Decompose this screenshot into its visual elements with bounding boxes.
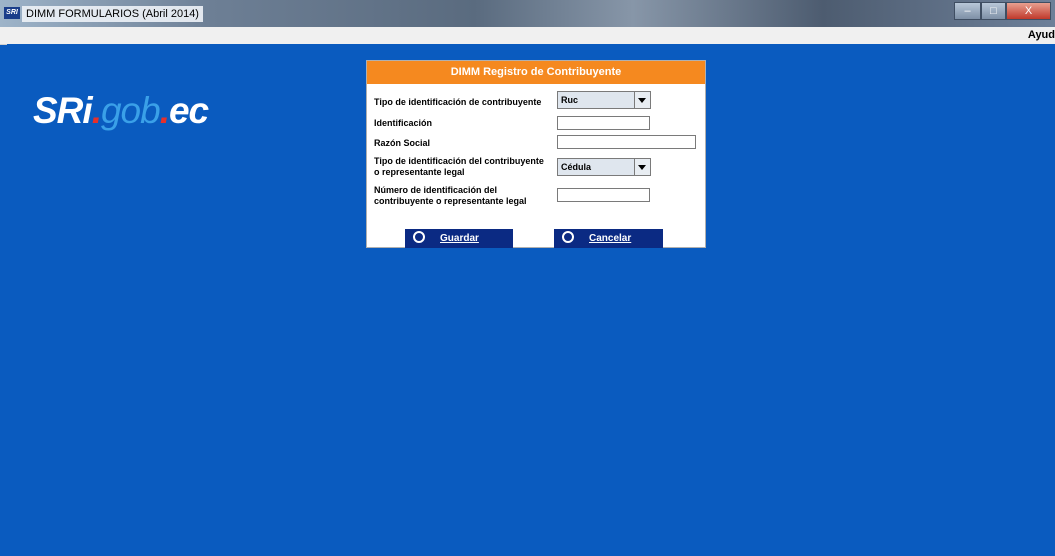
tipo-id-representante-label-line2: o representante legal — [374, 167, 465, 177]
dialog-title: DIMM Registro de Contribuyente — [367, 61, 705, 84]
tipo-id-representante-value: Cédula — [561, 162, 592, 172]
menu-bar: Ayud — [0, 27, 1055, 45]
guardar-label: Guardar — [440, 233, 479, 244]
numero-id-representante-label-line1: Número de identificación del — [374, 185, 498, 195]
tipo-id-contribuyente-label: Tipo de identificación de contribuyente — [374, 97, 542, 107]
tipo-id-representante-select[interactable]: Cédula — [557, 158, 651, 176]
chevron-down-icon[interactable] — [634, 159, 650, 175]
numero-id-representante-label-line2: contribuyente o representante legal — [374, 196, 527, 206]
maximize-button[interactable]: □ — [981, 2, 1006, 20]
sri-logo: SRi.gob.ec — [33, 90, 209, 132]
cancelar-label: Cancelar — [589, 233, 632, 244]
logo-sri: SRi — [33, 90, 93, 131]
identificacion-label: Identificación — [374, 118, 433, 128]
numero-id-representante-input[interactable] — [557, 188, 650, 202]
razon-social-input[interactable] — [557, 135, 696, 149]
registro-contribuyente-dialog: DIMM Registro de Contribuyente Tipo de i… — [366, 60, 706, 248]
cancel-icon — [562, 231, 574, 243]
close-button[interactable]: X — [1006, 2, 1051, 20]
menu-help[interactable]: Ayud — [1028, 29, 1055, 41]
tipo-id-contribuyente-select[interactable]: Ruc — [557, 91, 651, 109]
window-controls: – □ X — [954, 2, 1051, 20]
logo-dot: . — [91, 90, 102, 131]
logo-gob: gob — [100, 90, 161, 131]
cancelar-button[interactable]: Cancelar — [554, 229, 663, 248]
window-title: DIMM FORMULARIOS (Abril 2014) — [22, 6, 203, 22]
app-icon: SRI — [4, 7, 20, 19]
window-titlebar: SRI DIMM FORMULARIOS (Abril 2014) – □ X — [0, 0, 1055, 27]
minimize-button[interactable]: – — [954, 2, 981, 20]
logo-ec: ec — [168, 90, 209, 131]
identificacion-input[interactable] — [557, 116, 650, 130]
chevron-down-icon[interactable] — [634, 92, 650, 108]
save-icon — [413, 231, 425, 243]
razon-social-label: Razón Social — [374, 138, 431, 148]
numero-id-representante-label: Número de identificación del contribuyen… — [374, 185, 527, 207]
guardar-button[interactable]: Guardar — [405, 229, 513, 248]
tipo-id-contribuyente-value: Ruc — [561, 95, 579, 105]
logo-dot-2: . — [159, 90, 170, 131]
tipo-id-representante-label-line1: Tipo de identificación del contribuyente — [374, 156, 544, 166]
tipo-id-representante-label: Tipo de identificación del contribuyente… — [374, 156, 544, 178]
